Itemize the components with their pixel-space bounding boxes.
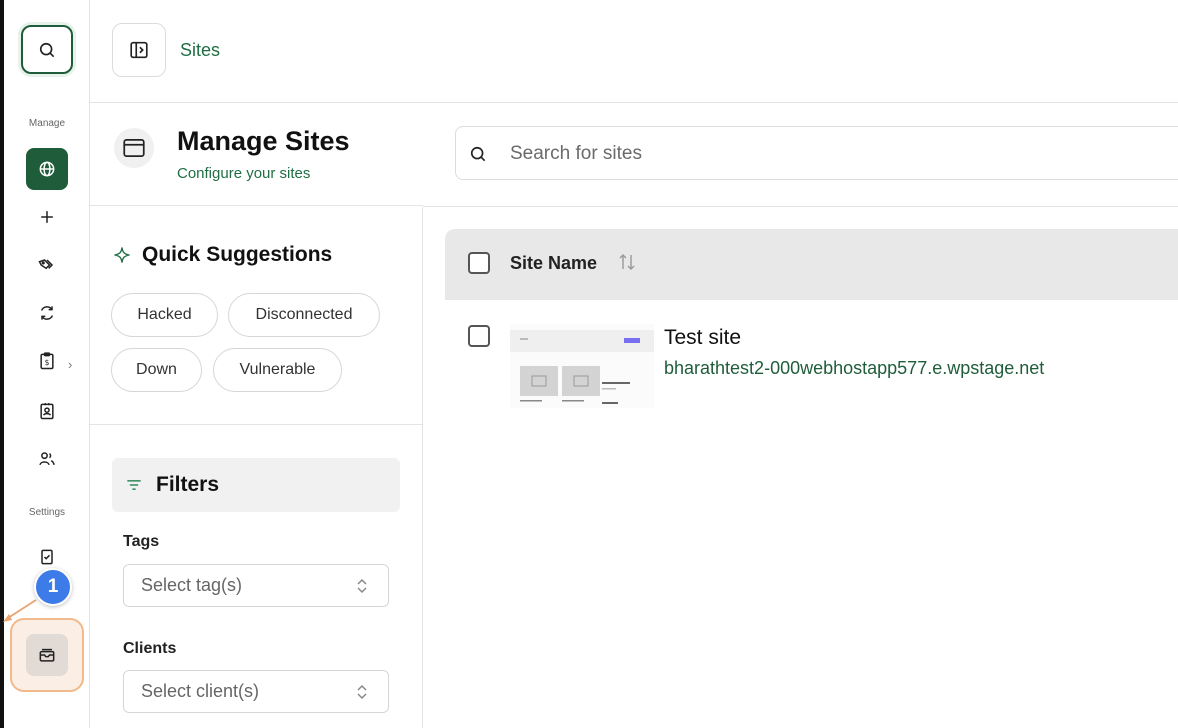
- tags-icon: [38, 259, 54, 270]
- chip-vulnerable[interactable]: Vulnerable: [213, 348, 342, 392]
- tour-highlight-frame: [10, 618, 84, 692]
- clients-label: Clients: [123, 640, 177, 657]
- clients-select-placeholder: Select client(s): [141, 681, 260, 701]
- sidebar-item-tags[interactable]: [26, 244, 68, 286]
- report-icon: $: [40, 352, 54, 370]
- checklist-icon: [41, 549, 53, 565]
- chip-hacked[interactable]: Hacked: [111, 293, 218, 337]
- updown-chevron-icon: [357, 578, 367, 594]
- clients-select[interactable]: Select client(s): [123, 670, 389, 713]
- updown-chevron-icon: [357, 684, 367, 700]
- tour-step-badge[interactable]: 1: [34, 568, 72, 606]
- chip-disconnected[interactable]: Disconnected: [228, 293, 380, 337]
- sidebar-item-clients[interactable]: [26, 390, 68, 432]
- plus-icon: [41, 211, 53, 223]
- filters-title: Filters: [156, 473, 220, 496]
- svg-text:$: $: [45, 358, 50, 367]
- site-url-link[interactable]: bharathtest2-000webhostapp577.e.wpstage.…: [664, 358, 1044, 379]
- sidebar-toggle-button[interactable]: [112, 23, 166, 77]
- sidebar-item-sync[interactable]: [26, 292, 68, 334]
- sites-table-header: Site Name: [445, 229, 1178, 300]
- site-search-input[interactable]: [510, 139, 1150, 169]
- sidebar-item-inbox[interactable]: [26, 634, 68, 676]
- sidebar-section-settings: Settings: [28, 507, 66, 518]
- top-bar: Sites: [90, 0, 1178, 103]
- search-icon: [470, 146, 486, 162]
- panel-toggle-icon: [130, 41, 148, 59]
- globe-icon: [39, 161, 55, 177]
- chip-down[interactable]: Down: [111, 348, 202, 392]
- table-row[interactable]: Test site bharathtest2-000webhostapp577.…: [445, 300, 1178, 420]
- breadcrumb-sites[interactable]: Sites: [180, 40, 220, 61]
- page-title: Manage Sites: [177, 126, 350, 156]
- sidebar-item-sites[interactable]: [26, 148, 68, 190]
- sidebar-item-reports[interactable]: $: [26, 340, 68, 382]
- quick-suggestions-title: Quick Suggestions: [142, 243, 333, 266]
- panel-divider: [90, 424, 423, 425]
- contact-card-icon: [40, 403, 54, 420]
- sidebar-item-users[interactable]: [26, 438, 68, 480]
- tags-label: Tags: [123, 533, 160, 550]
- filter-lines-icon: [127, 480, 141, 490]
- page-subtitle: Configure your sites: [177, 165, 311, 182]
- sidebar-section-manage: Manage: [28, 118, 66, 129]
- users-icon: [39, 452, 55, 466]
- site-thumbnail: [510, 324, 654, 408]
- inbox-stack-icon: [39, 648, 55, 662]
- filters-header[interactable]: Filters: [112, 458, 400, 512]
- site-name[interactable]: Test site: [664, 326, 741, 350]
- quick-suggestions-heading: Quick Suggestions: [112, 243, 332, 267]
- tags-select-placeholder: Select tag(s): [141, 575, 243, 595]
- sort-icon[interactable]: [617, 251, 637, 273]
- page-header: Manage Sites Configure your sites: [90, 104, 423, 206]
- column-site-name[interactable]: Site Name: [510, 253, 597, 274]
- sparkle-icon: [114, 247, 130, 263]
- refresh-icon: [40, 306, 54, 320]
- select-all-checkbox[interactable]: [468, 252, 490, 274]
- sidebar-item-add-site[interactable]: [26, 196, 68, 238]
- sidebar-search-button[interactable]: [21, 25, 73, 74]
- tags-select[interactable]: Select tag(s): [123, 564, 389, 607]
- browser-window-icon: [114, 128, 154, 168]
- row-checkbox[interactable]: [468, 325, 490, 347]
- site-search-box: [455, 126, 1178, 180]
- search-icon: [39, 42, 55, 57]
- header-divider: [423, 206, 1178, 207]
- chevron-right-icon: ›: [68, 357, 73, 372]
- filter-panel: Quick Suggestions Hacked Disconnected Do…: [90, 207, 423, 728]
